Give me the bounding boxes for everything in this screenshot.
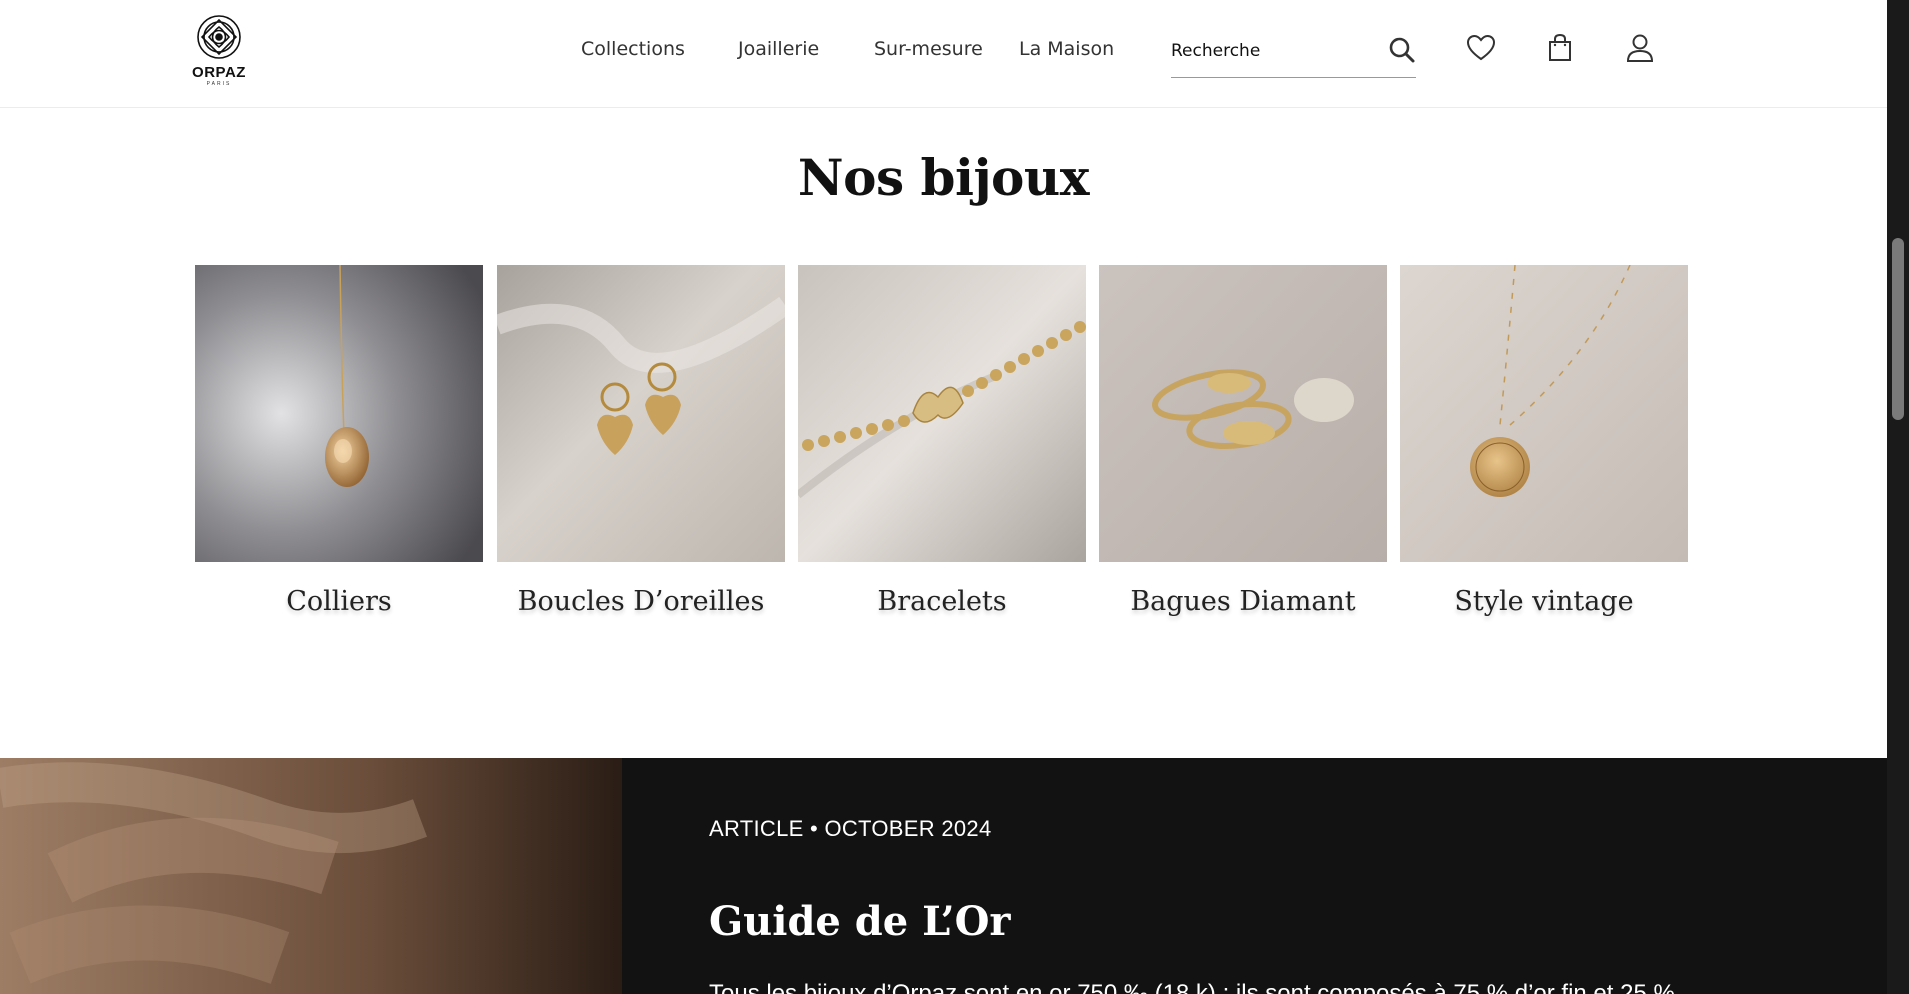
product-image[interactable] [195, 265, 483, 562]
article-meta: ARTICLE • OCTOBER 2024 [709, 816, 992, 841]
product-image[interactable] [1400, 265, 1688, 562]
heart-icon[interactable] [1465, 32, 1497, 64]
product-card-boucles[interactable]: Boucles D’oreilles [497, 265, 785, 617]
orpaz-emblem-icon [197, 15, 241, 59]
product-card-colliers[interactable]: Colliers [195, 265, 483, 617]
product-label[interactable]: Style vintage [1400, 586, 1688, 617]
scrollbar-thumb[interactable] [1892, 238, 1904, 420]
product-label[interactable]: Boucles D’oreilles [497, 586, 785, 617]
product-card-bracelets[interactable]: Bracelets [798, 265, 1086, 617]
brand-city: PARIS [206, 81, 232, 87]
product-card-vintage[interactable]: Style vintage [1400, 265, 1688, 617]
product-card-bagues[interactable]: Bagues Diamant [1099, 265, 1387, 617]
nav-collections[interactable]: Collections [581, 38, 685, 60]
nav-sur-mesure[interactable]: Sur-mesure [874, 38, 983, 60]
brand-name: ORPAZ [192, 64, 246, 81]
article-title[interactable]: Guide de L’Or [709, 898, 1011, 945]
nav-la-maison[interactable]: La Maison [1019, 38, 1114, 60]
article-body: Tous les bijoux d’Orpaz sont en or 750 ‰… [709, 980, 1675, 994]
search-input[interactable] [1171, 38, 1371, 64]
section-title: Nos bijoux [797, 148, 1090, 207]
search-icon[interactable] [1388, 36, 1416, 64]
shopping-bag-icon[interactable] [1544, 32, 1576, 64]
user-icon[interactable] [1624, 32, 1656, 64]
product-image[interactable] [1099, 265, 1387, 562]
product-image[interactable] [798, 265, 1086, 562]
product-label[interactable]: Bracelets [798, 586, 1086, 617]
article-image [0, 758, 622, 994]
product-image[interactable] [497, 265, 785, 562]
page-scrollbar[interactable] [1887, 0, 1909, 994]
search-box [1171, 30, 1416, 78]
nav-joaillerie[interactable]: Joaillerie [738, 38, 819, 60]
site-header: ORPAZ PARIS Collections Joaillerie Sur-m… [0, 0, 1887, 108]
product-label[interactable]: Bagues Diamant [1099, 586, 1387, 617]
article-section: ARTICLE • OCTOBER 2024 Guide de L’Or Tou… [0, 758, 1887, 994]
brand-logo[interactable]: ORPAZ PARIS [188, 12, 250, 90]
product-label[interactable]: Colliers [195, 586, 483, 617]
